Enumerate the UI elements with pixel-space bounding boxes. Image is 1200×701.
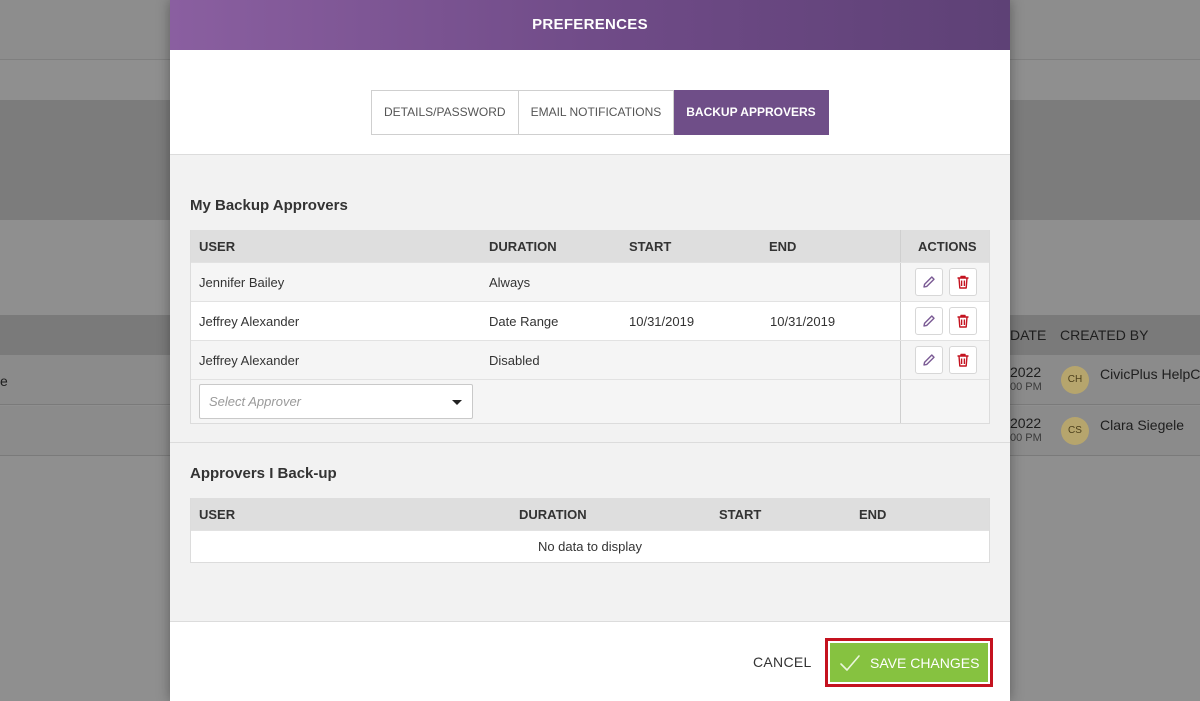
avatar: CH <box>1061 366 1089 394</box>
tab-details-password[interactable]: DETAILS/PASSWORD <box>371 90 519 135</box>
background-creator-name: Clara Siegele <box>1100 417 1185 433</box>
pencil-icon <box>923 354 935 366</box>
delete-button[interactable] <box>949 307 977 335</box>
cancel-button[interactable]: CANCEL <box>753 654 812 670</box>
row-duration: Disabled <box>489 353 540 368</box>
row-duration: Date Range <box>489 314 559 329</box>
background-date-year: 2022 <box>1010 364 1042 380</box>
pencil-icon <box>923 315 935 327</box>
background-created-by-column: CREATED BY <box>1060 327 1149 343</box>
actions-column-divider <box>900 380 901 423</box>
caret-down-icon <box>452 400 462 405</box>
column-header-actions: ACTIONS <box>918 239 977 254</box>
row-user: Jeffrey Alexander <box>199 314 300 329</box>
empty-state-message: No data to display <box>191 530 989 562</box>
row-user: Jeffrey Alexander <box>199 353 300 368</box>
my-backup-approvers-title: My Backup Approvers <box>190 197 348 214</box>
table-row: Jeffrey Alexander Date Range 10/31/2019 … <box>191 301 989 340</box>
trash-icon <box>957 275 969 289</box>
delete-button[interactable] <box>949 268 977 296</box>
row-user: Jennifer Bailey <box>199 275 285 290</box>
row-end: 10/31/2019 <box>770 314 836 329</box>
actions-column-divider <box>900 263 901 301</box>
approvers-i-backup-grid: USER DURATION START END No data to displ… <box>190 498 990 563</box>
preferences-modal: PREFERENCES DETAILS/PASSWORD EMAIL NOTIF… <box>170 0 1010 701</box>
column-header-user[interactable]: USER <box>199 239 235 254</box>
checkmark-icon <box>840 654 860 671</box>
select-approver-placeholder: Select Approver <box>209 394 302 409</box>
save-button-highlight: SAVE CHANGES <box>825 638 993 687</box>
edit-button[interactable] <box>915 268 943 296</box>
column-header-end[interactable]: END <box>859 507 886 522</box>
background-date-column: DATE <box>1010 327 1047 343</box>
tab-backup-approvers[interactable]: BACKUP APPROVERS <box>674 90 829 135</box>
row-duration: Always <box>489 275 531 290</box>
save-changes-button[interactable]: SAVE CHANGES <box>830 643 988 682</box>
modal-footer: CANCEL SAVE CHANGES <box>170 621 1010 701</box>
modal-title: PREFERENCES <box>170 0 1010 50</box>
column-header-start[interactable]: START <box>719 507 761 522</box>
actions-column-divider <box>900 341 901 379</box>
my-backup-approvers-grid: USER DURATION START END ACTIONS Jennifer… <box>190 230 990 424</box>
column-header-end[interactable]: END <box>769 239 796 254</box>
edit-button[interactable] <box>915 307 943 335</box>
background-date-time: 00 PM <box>1010 432 1042 444</box>
background-cell-fragment: e <box>0 373 8 389</box>
delete-button[interactable] <box>949 346 977 374</box>
background-date-year: 2022 <box>1010 415 1042 431</box>
add-approver-row: Select Approver <box>191 379 989 423</box>
column-header-start[interactable]: START <box>629 239 671 254</box>
row-start: 10/31/2019 <box>629 314 695 329</box>
column-header-duration[interactable]: DURATION <box>489 239 557 254</box>
pencil-icon <box>923 276 935 288</box>
background-date-time: 00 PM <box>1010 381 1042 393</box>
table-row: Jennifer Bailey Always <box>191 262 989 301</box>
trash-icon <box>957 353 969 367</box>
tab-bar: DETAILS/PASSWORD EMAIL NOTIFICATIONS BAC… <box>170 50 1010 155</box>
approvers-i-backup-title: Approvers I Back-up <box>190 465 337 482</box>
avatar: CS <box>1061 417 1089 445</box>
select-approver-dropdown[interactable]: Select Approver <box>199 384 473 419</box>
grid-header: USER DURATION START END <box>191 498 989 530</box>
column-header-duration[interactable]: DURATION <box>519 507 587 522</box>
save-changes-label: SAVE CHANGES <box>870 654 980 671</box>
section-divider <box>170 442 1010 443</box>
trash-icon <box>957 314 969 328</box>
table-row: Jeffrey Alexander Disabled <box>191 340 989 379</box>
actions-column-divider <box>900 302 901 340</box>
actions-column-divider <box>900 230 901 262</box>
grid-header: USER DURATION START END ACTIONS <box>191 230 989 262</box>
background-creator-name: CivicPlus HelpCe <box>1100 366 1200 382</box>
column-header-user[interactable]: USER <box>199 507 235 522</box>
tab-email-notifications[interactable]: EMAIL NOTIFICATIONS <box>518 90 675 135</box>
edit-button[interactable] <box>915 346 943 374</box>
